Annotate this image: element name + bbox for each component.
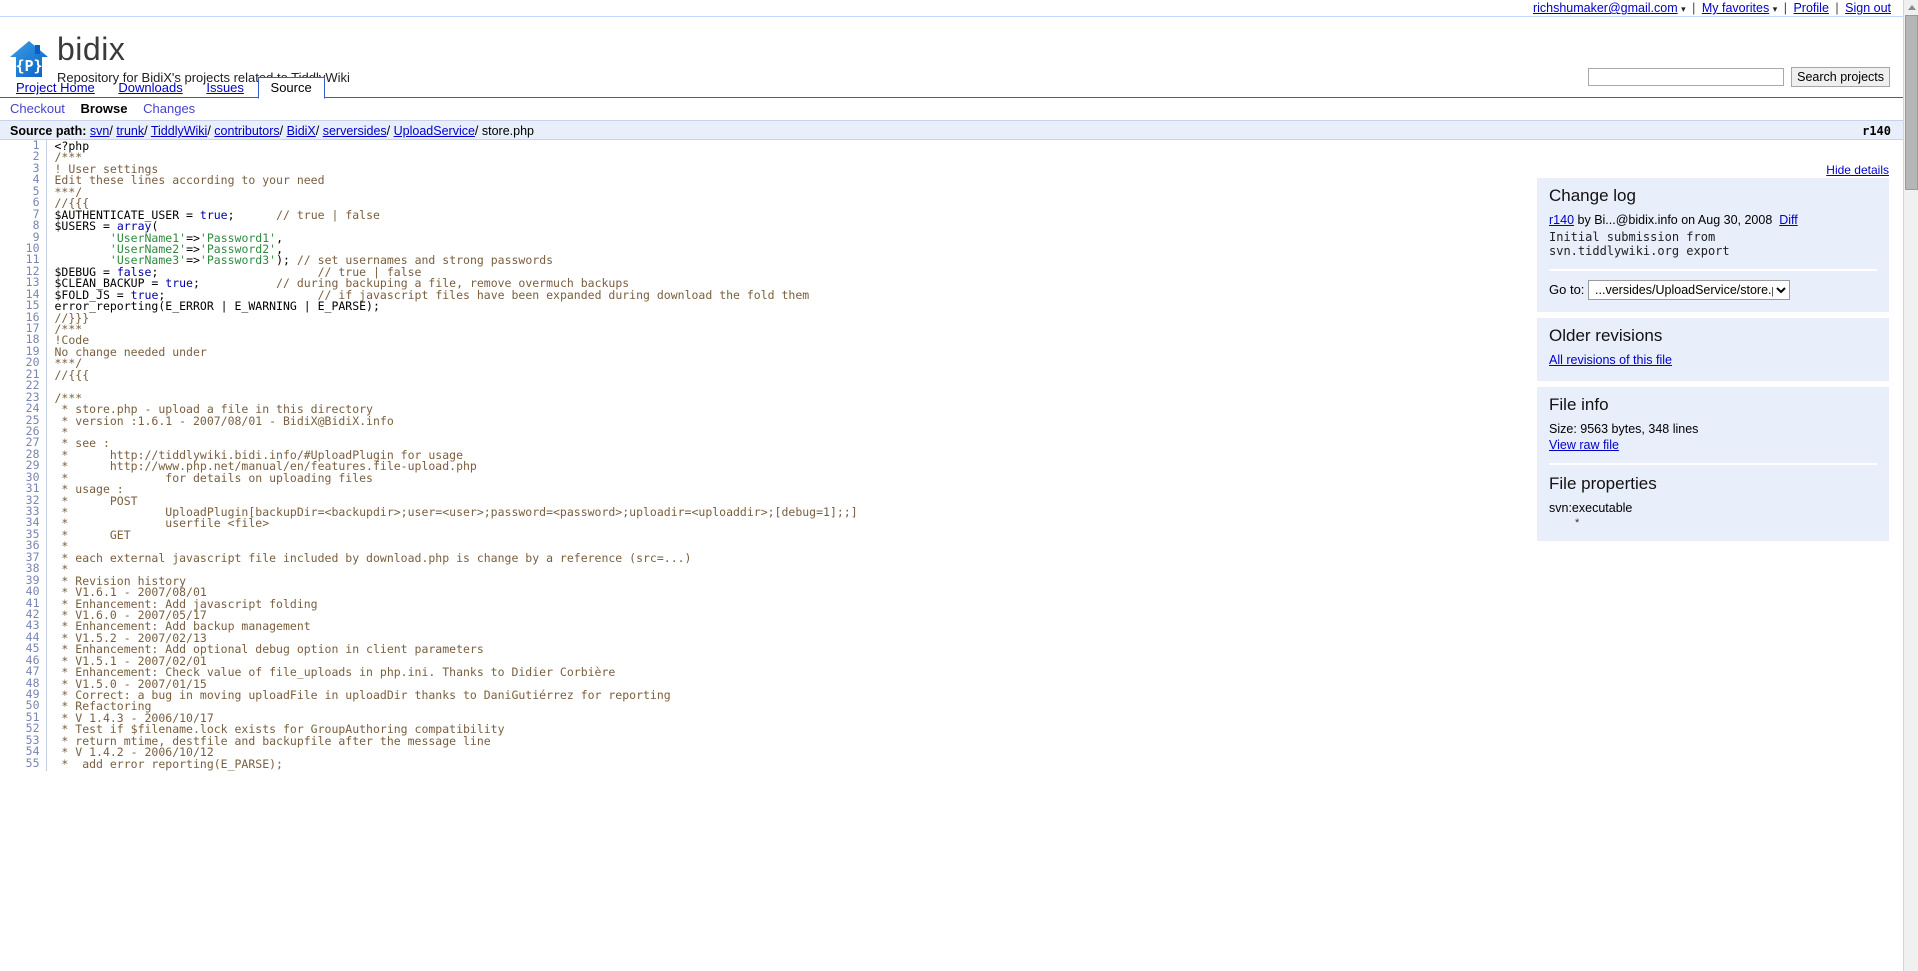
code-line: error_reporting(E_ERROR | E_WARNING | E_…	[54, 299, 380, 314]
code-line: * usage :	[54, 482, 124, 497]
changelog-panel: Change log r140 by Bi...@bidix.info on A…	[1537, 178, 1889, 312]
profile-link[interactable]: Profile	[1793, 1, 1828, 15]
file-info-divider	[1549, 463, 1877, 465]
older-revisions-panel: Older revisions All revisions of this fi…	[1537, 318, 1889, 381]
code-line: * each external javascript file included…	[54, 550, 692, 565]
browser-vertical-scrollbar[interactable]	[1903, 0, 1918, 971]
code-line: //{{{	[54, 367, 90, 382]
code-line: *	[54, 424, 69, 439]
breadcrumb-item-uploadservice[interactable]: UploadService	[394, 124, 475, 138]
file-info-panel: File info Size: 9563 bytes, 348 lines Vi…	[1537, 387, 1889, 541]
changelog-revision-row: r140 by Bi...@bidix.info on Aug 30, 2008…	[1549, 213, 1877, 227]
code-line: /***	[54, 150, 83, 165]
goto-file-select[interactable]: ...versides/UploadService/store.php	[1588, 280, 1791, 300]
tab-issues[interactable]: Issues	[196, 77, 254, 97]
source-code-table: 1 2 3 4 5 6 7 8 9 10 11 12 13 14 15 16 17 18 19 20 21 22 23 24 2…	[0, 139, 859, 772]
breadcrumb-item-svn[interactable]: svn	[90, 124, 109, 138]
older-revisions-row: All revisions of this file	[1549, 353, 1877, 367]
tab-project-home-label[interactable]: Project Home	[16, 80, 95, 95]
account-link[interactable]: richshumaker@gmail.com	[1533, 1, 1678, 15]
subtab-browse[interactable]: Browse	[81, 101, 128, 116]
code-line: * userfile <file>	[54, 516, 270, 531]
code-line: * Correct: a bug in moving uploadFile in…	[54, 688, 671, 702]
sign-out-link[interactable]: Sign out	[1845, 1, 1891, 15]
code-lines[interactable]: <?php/***! User settings Edit these lines…	[46, 140, 859, 771]
userbar-separator-2: |	[1783, 1, 1787, 15]
svg-text:{P}: {P}	[15, 57, 42, 75]
code-line: Edit these lines according to your need	[54, 173, 325, 188]
goto-row: Go to: ...versides/UploadService/store.p…	[1549, 280, 1877, 300]
code-line: * version :1.6.1 - 2007/08/01 - BidiX@Bi…	[54, 413, 394, 428]
breadcrumb-item-bidix[interactable]: BidiX	[287, 124, 316, 138]
subtab-checkout[interactable]: Checkout	[10, 101, 65, 116]
subtab-changes[interactable]: Changes	[143, 101, 195, 116]
code-line: * add error reporting(E_PARSE);	[54, 756, 283, 771]
code-line: /***	[54, 322, 83, 336]
tab-downloads[interactable]: Downloads	[108, 77, 192, 97]
view-raw-file-link[interactable]: View raw file	[1549, 438, 1619, 452]
breadcrumb-item-serversides[interactable]: serversides	[323, 124, 387, 138]
file-property-value: *	[1575, 517, 1580, 529]
tab-project-home[interactable]: Project Home	[6, 77, 105, 97]
breadcrumb: svn/ trunk/ TiddlyWiki/ contributors/ Bi…	[89, 124, 534, 138]
user-account-bar: richshumaker@gmail.com ▾ | My favorites …	[0, 0, 1903, 17]
changelog-divider	[1549, 269, 1877, 271]
source-path-label: Source path:	[10, 124, 87, 138]
scroll-up-arrow-icon[interactable]	[1904, 0, 1918, 15]
changelog-author-date: by Bi...@bidix.info on Aug 30, 2008	[1577, 213, 1773, 227]
file-property-name: svn:executable	[1549, 501, 1633, 515]
file-info-heading: File info	[1549, 395, 1609, 414]
changelog-heading: Change log	[1549, 186, 1636, 205]
goto-label: Go to:	[1549, 282, 1585, 297]
line-number-gutter: 1 2 3 4 5 6 7 8 9 10 11 12 13 14 15 16 17 18 19 20 21 22 23 24 2…	[0, 139, 47, 772]
breadcrumb-item-trunk[interactable]: trunk	[116, 124, 144, 138]
project-logo-house-icon: {P}	[8, 38, 50, 80]
scrollbar-thumb[interactable]	[1905, 15, 1918, 190]
account-chevron-down-icon[interactable]: ▾	[1681, 4, 1686, 14]
line-number: 55	[25, 755, 40, 770]
breadcrumb-item-contributors[interactable]: contributors	[214, 124, 279, 138]
changelog-revision-link[interactable]: r140	[1549, 213, 1574, 227]
changelog-diff-link[interactable]: Diff	[1779, 213, 1798, 227]
breadcrumb-current-file: store.php	[478, 124, 534, 138]
code-line: //}}}	[54, 310, 90, 325]
source-subtabs: Checkout Browse Changes	[0, 98, 1903, 120]
code-line: $AUTHENTICATE_USER = true; // true | fal…	[54, 207, 380, 222]
tab-downloads-label[interactable]: Downloads	[118, 80, 182, 95]
revision-badge: r140	[1862, 124, 1891, 138]
code-line: * GET	[54, 527, 131, 542]
page-title: bidix	[57, 31, 126, 67]
changelog-message: Initial submission from svn.tiddlywiki.o…	[1549, 230, 1730, 258]
code-line: ***/	[54, 356, 83, 371]
my-favorites-link[interactable]: My favorites	[1702, 1, 1769, 15]
code-line: ***/	[54, 184, 83, 199]
older-revisions-heading: Older revisions	[1549, 326, 1663, 345]
file-properties-heading: File properties	[1549, 474, 1657, 493]
code-line: <?php	[54, 139, 90, 153]
page-root: richshumaker@gmail.com ▾ | My favorites …	[0, 0, 1903, 971]
tab-issues-label[interactable]: Issues	[206, 80, 244, 95]
source-path-bar: Source path: svn/ trunk/ TiddlyWiki/ con…	[0, 120, 1903, 140]
view-raw-row: View raw file	[1549, 438, 1877, 452]
userbar-separator-1: |	[1692, 1, 1696, 15]
code-line: No change needed under	[54, 344, 207, 359]
userbar-separator-3: |	[1835, 1, 1839, 15]
details-sidebar: Change log r140 by Bi...@bidix.info on A…	[1537, 178, 1889, 547]
favorites-chevron-down-icon[interactable]: ▾	[1773, 4, 1778, 14]
breadcrumb-item-tiddlywiki[interactable]: TiddlyWiki	[151, 124, 207, 138]
file-size-text: Size: 9563 bytes, 348 lines	[1549, 422, 1699, 436]
tab-source[interactable]: Source	[257, 77, 325, 99]
masthead: {P} bidix Repository for BidiX's project…	[0, 17, 1903, 87]
code-line: * for details on uploading files	[54, 470, 373, 485]
all-revisions-link[interactable]: All revisions of this file	[1549, 353, 1672, 367]
main-tabs: Project Home Downloads Issues Source	[0, 76, 1903, 99]
